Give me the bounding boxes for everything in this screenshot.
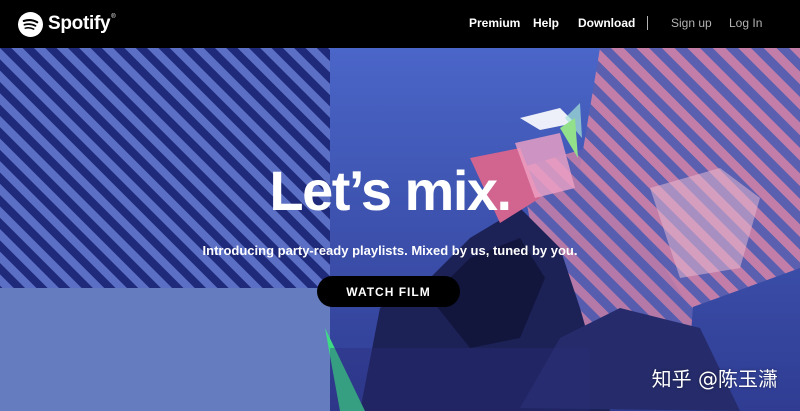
nav-premium-link[interactable]: Premium — [469, 16, 520, 30]
nav-divider — [647, 16, 648, 30]
hero-subheading: Introducing party-ready playlists. Mixed… — [202, 243, 578, 258]
spotify-logo[interactable]: Spotify ® — [18, 11, 116, 37]
watch-film-button[interactable]: WATCH FILM — [317, 276, 460, 307]
nav-download-link[interactable]: Download — [578, 16, 635, 30]
spotify-logo-icon — [18, 11, 43, 37]
hero-section: Let’s mix. Introducing party-ready playl… — [0, 48, 800, 411]
brand-name: Spotify — [48, 13, 111, 34]
nav-login-link[interactable]: Log In — [729, 16, 762, 30]
hero-background-art — [0, 48, 800, 411]
nav-signup-link[interactable]: Sign up — [671, 16, 712, 30]
nav-help-link[interactable]: Help — [533, 16, 559, 30]
top-nav: Spotify ® Premium Help Download Sign up … — [0, 0, 800, 48]
watermark-text: 知乎 @陈玉潇 — [651, 367, 778, 391]
hero-headline: Let’s mix. — [269, 159, 512, 222]
trademark-mark: ® — [111, 14, 116, 20]
